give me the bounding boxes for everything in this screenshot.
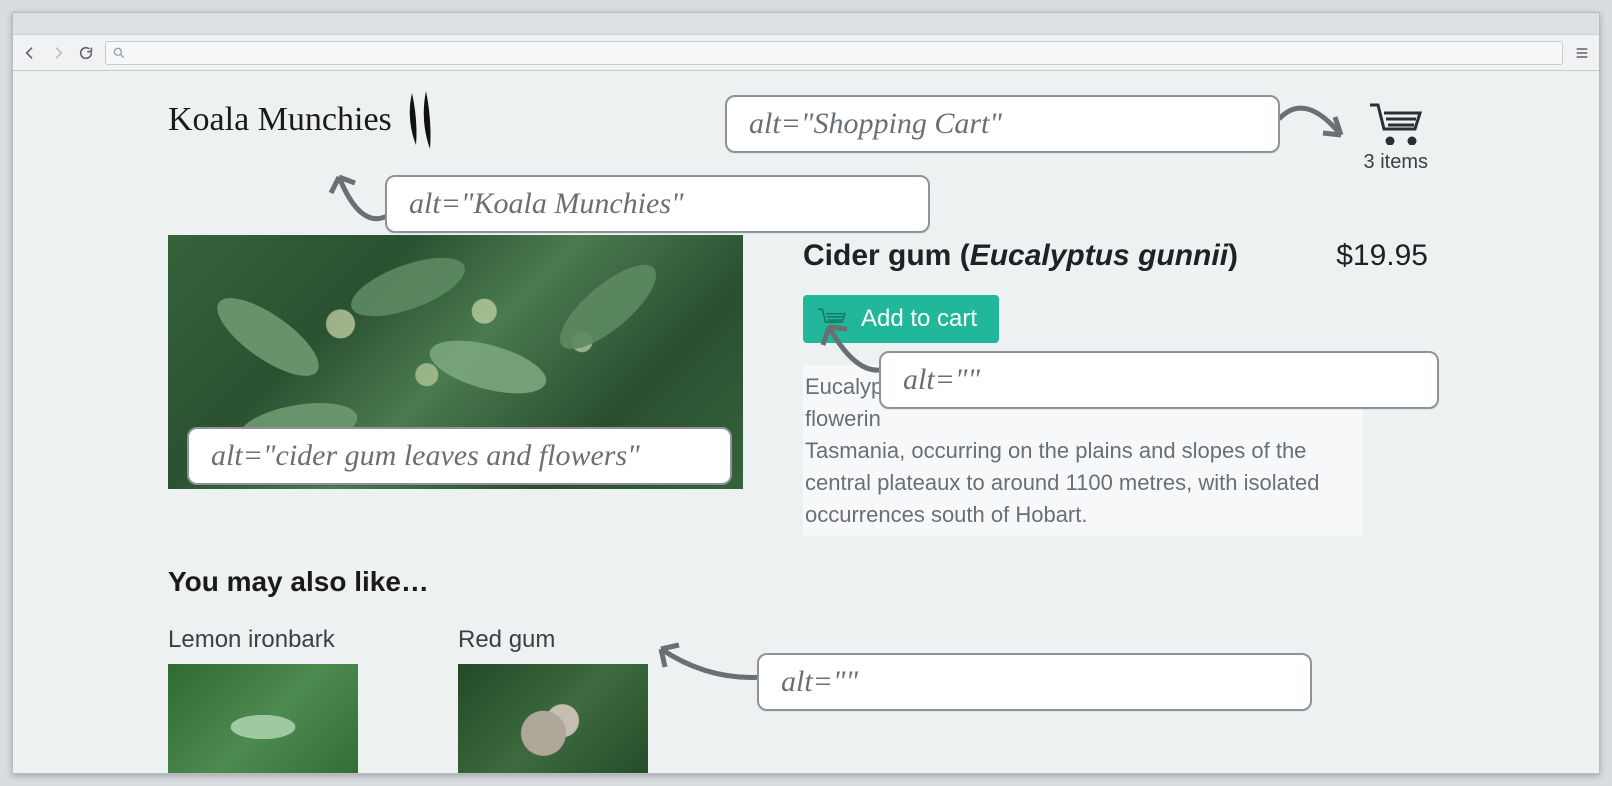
related-thumb-image [168, 664, 358, 773]
brand-name: Koala Munchies [168, 101, 392, 139]
annotation-btn-alt: alt="" [879, 351, 1439, 409]
cart-count: 3 items [1364, 151, 1428, 174]
cart-icon [1368, 101, 1424, 145]
browser-toolbar [13, 35, 1599, 71]
annotation-hero-alt: alt="cider gum leaves and flowers" [187, 427, 732, 485]
product-title: Cider gum (Eucalyptus gunnii) [803, 239, 1238, 273]
related-title: Lemon ironbark [168, 626, 358, 654]
related-card[interactable]: Red gum [458, 626, 648, 773]
related-heading: You may also like… [168, 566, 1428, 598]
annotation-arrow-icon [1275, 85, 1355, 155]
product-price: $19.95 [1336, 239, 1428, 273]
annotation-arrow-icon [649, 633, 769, 703]
annotation-logo-alt: alt="Koala Munchies" [385, 175, 930, 233]
related-card[interactable]: Lemon ironbark [168, 626, 358, 773]
annotation-cart-alt: alt="Shopping Cart" [725, 95, 1280, 153]
back-button[interactable] [21, 44, 39, 62]
brand[interactable]: Koala Munchies [168, 91, 440, 149]
cart-button[interactable]: 3 items [1364, 101, 1428, 174]
product-title-scientific: Eucalyptus gunnii [970, 239, 1228, 272]
search-icon [112, 46, 126, 60]
tab-strip [13, 13, 1599, 35]
page-viewport: Koala Munchies 3 items [13, 71, 1599, 773]
brand-logo-icon [400, 91, 440, 149]
menu-button[interactable] [1573, 44, 1591, 62]
browser-window: Koala Munchies 3 items [12, 12, 1600, 774]
address-bar[interactable] [105, 41, 1563, 65]
related-title: Red gum [458, 626, 648, 654]
related-thumb-image [458, 664, 648, 773]
reload-button[interactable] [77, 44, 95, 62]
product-title-common: Cider gum [803, 239, 951, 272]
forward-button[interactable] [49, 44, 67, 62]
annotation-thumb-alt: alt="" [757, 653, 1312, 711]
